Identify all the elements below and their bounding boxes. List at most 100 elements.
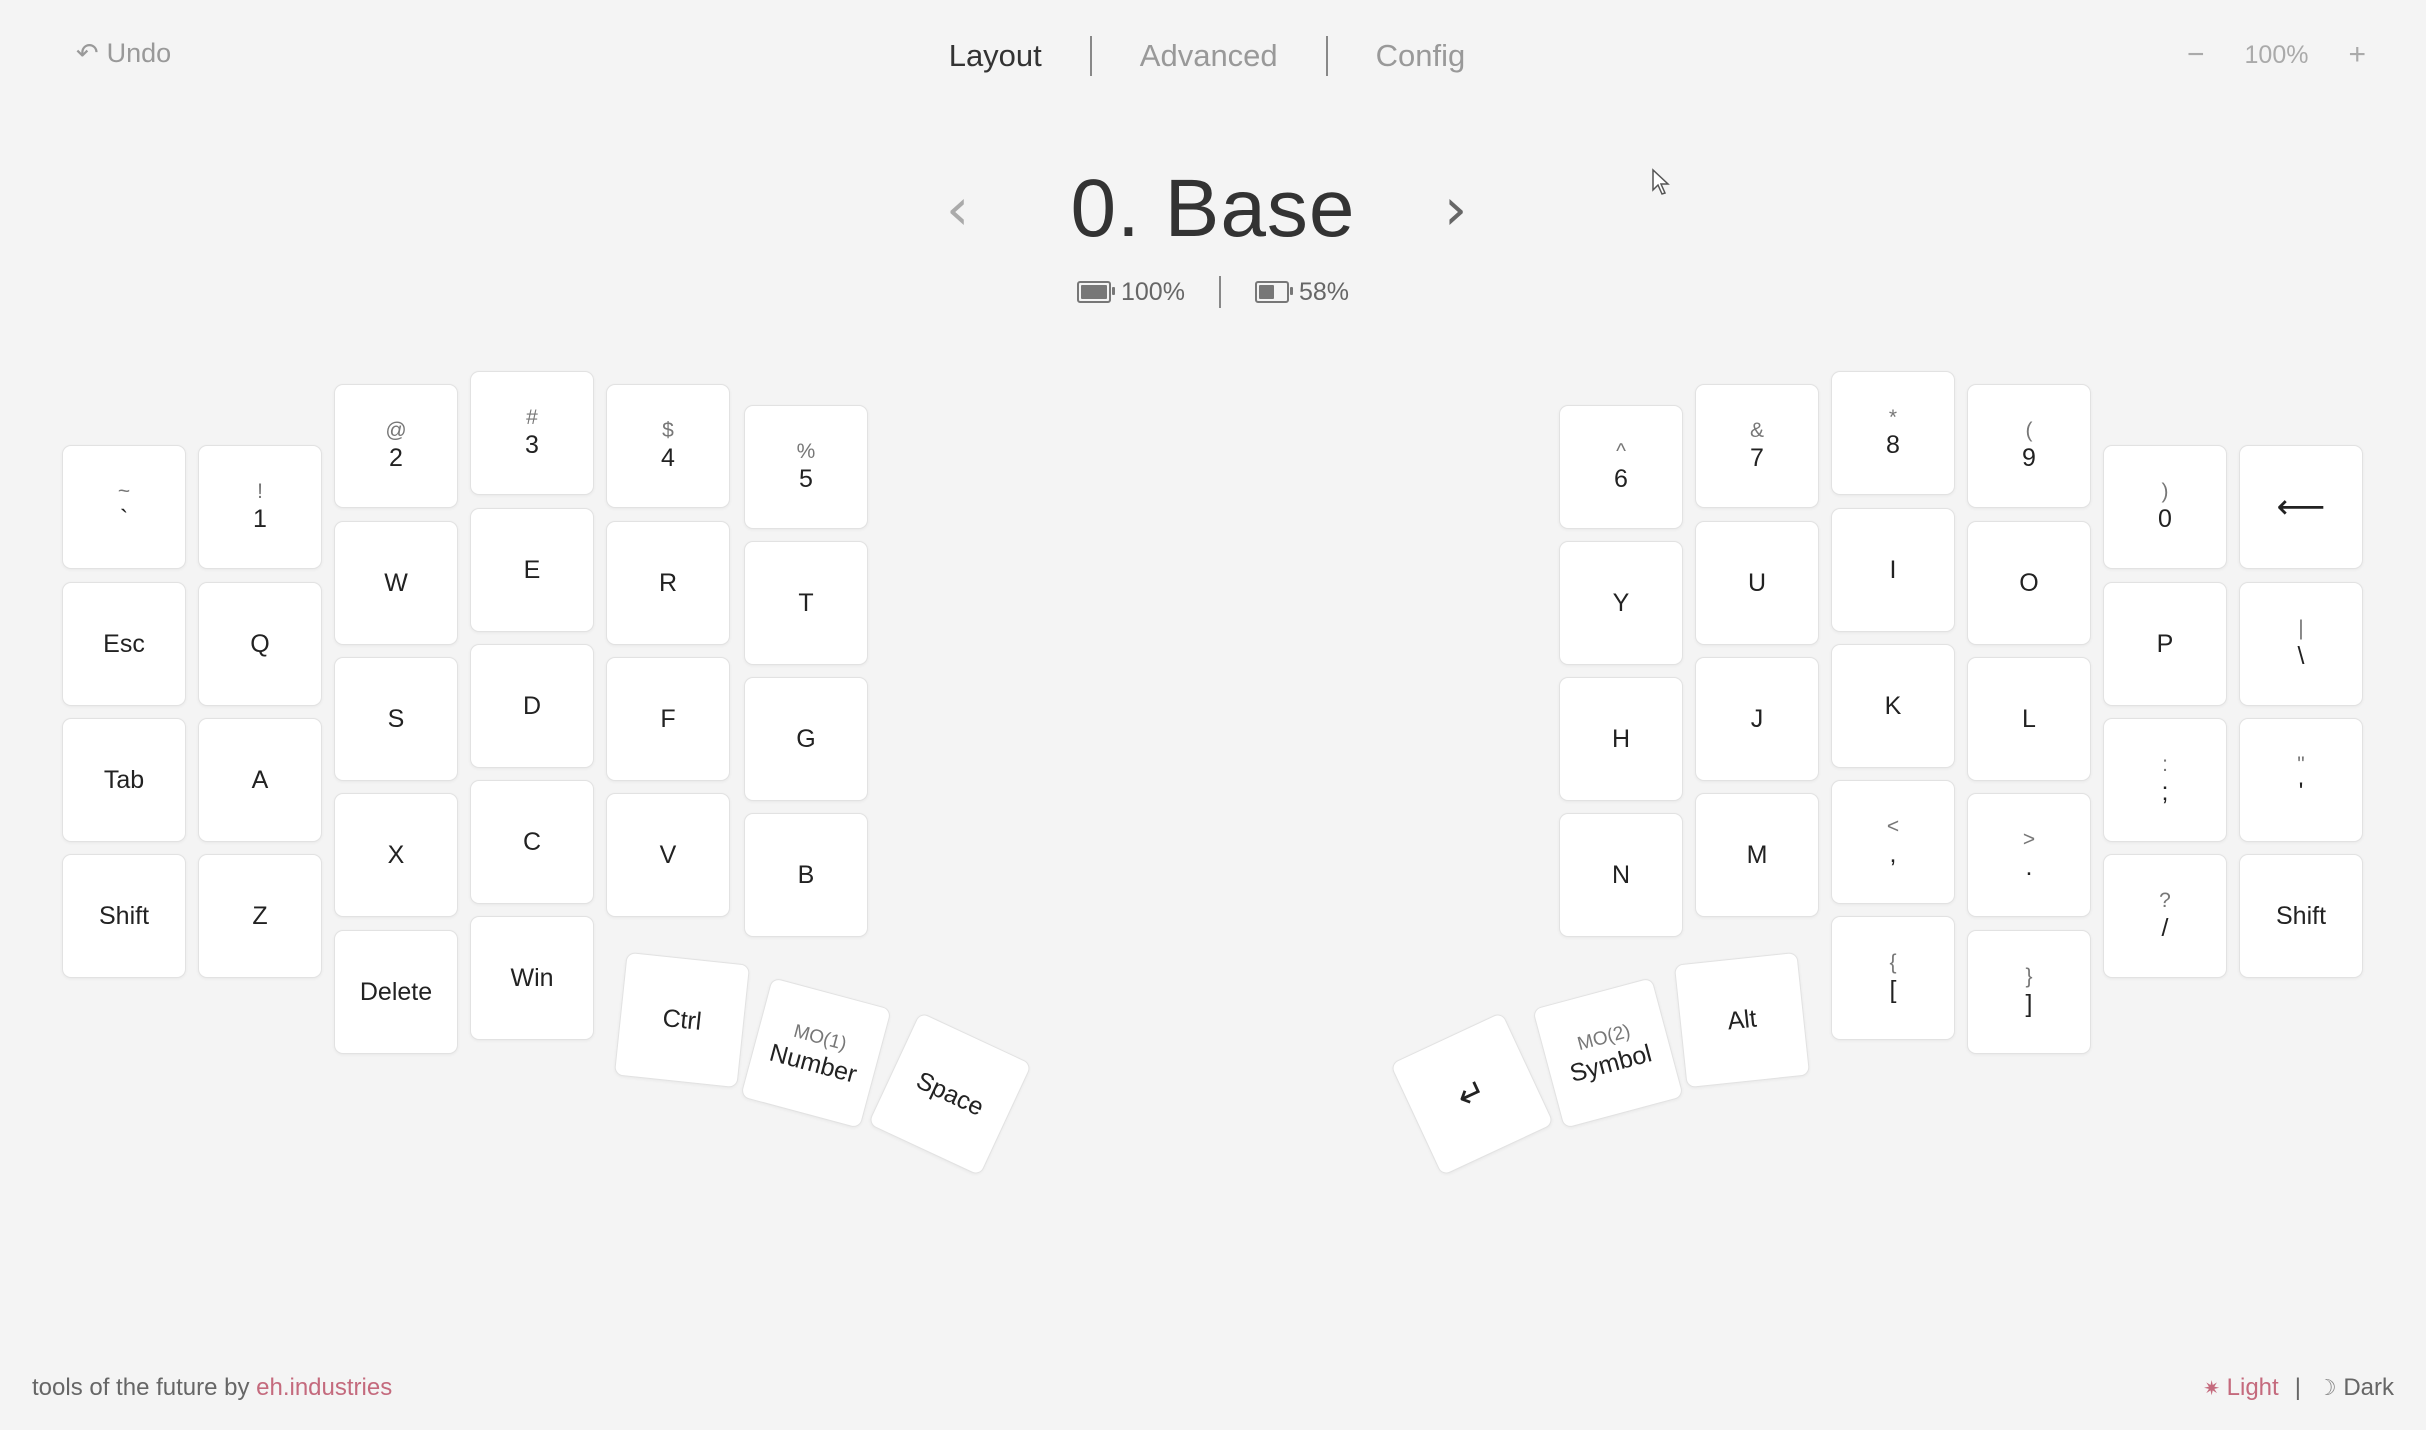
battery-level: 58% (1298, 277, 1349, 306)
key-label: Esc (103, 630, 145, 658)
key-x[interactable]: X (334, 793, 458, 917)
key-label: Delete (359, 978, 433, 1006)
key-label: P (2156, 630, 2174, 658)
key-enter[interactable]: ↵ (1389, 1011, 1555, 1177)
tab-layout[interactable]: Layout (901, 34, 1090, 78)
next-layer-button[interactable]: › (1444, 175, 1467, 243)
key-bksp[interactable]: ⟵ (2239, 445, 2363, 569)
key-y[interactable]: Y (1559, 541, 1683, 665)
key-r[interactable]: R (606, 521, 730, 645)
tab-advanced[interactable]: Advanced (1092, 34, 1326, 78)
key-label: U (1747, 569, 1767, 597)
zoom-in-button[interactable]: + (2348, 38, 2366, 72)
key-label: R (658, 569, 678, 597)
key-m[interactable]: M (1695, 793, 1819, 917)
key-label: 6 (1614, 465, 1628, 493)
key-label: 7 (1750, 444, 1764, 472)
key-label: E (523, 556, 541, 584)
key-label: J (1750, 705, 1764, 733)
key-p[interactable]: P (2103, 582, 2227, 706)
key-shift-label: ? (2159, 889, 2171, 912)
key-l[interactable]: L (1967, 657, 2091, 781)
key-ctrl[interactable]: Ctrl (613, 951, 751, 1089)
key-8[interactable]: * 8 (1831, 371, 1955, 495)
key-w[interactable]: W (334, 521, 458, 645)
eh-industries-link[interactable]: eh.industries (256, 1374, 392, 1401)
key-g[interactable]: G (744, 677, 868, 801)
key-n[interactable]: N (1559, 813, 1683, 937)
key-h[interactable]: H (1559, 677, 1683, 801)
zoom-out-button[interactable]: − (2187, 38, 2205, 72)
key-label: C (522, 828, 542, 856)
key-lshift[interactable]: Shift (62, 854, 186, 978)
key-shift-label: ~ (117, 480, 131, 503)
key-u[interactable]: U (1695, 521, 1819, 645)
key-label: 3 (525, 431, 539, 459)
dark-theme-button[interactable]: ☽ Dark (2317, 1374, 2394, 1402)
key-label: W (384, 569, 408, 597)
key-bslash[interactable]: | \ (2239, 582, 2363, 706)
key-label: 5 (799, 465, 813, 493)
key-4[interactable]: $4 (606, 384, 730, 508)
key-label: Q (250, 630, 270, 658)
key-tab[interactable]: Tab (62, 718, 186, 842)
key-b[interactable]: B (744, 813, 868, 937)
key-space[interactable]: Space (867, 1011, 1033, 1177)
key-shift-label: | (2298, 617, 2304, 640)
key-label: 2 (389, 444, 403, 472)
key-d[interactable]: D (470, 644, 594, 768)
key-semi[interactable]: :; (2103, 718, 2227, 842)
key-number[interactable]: MO(1) Number (740, 977, 892, 1129)
key-win[interactable]: Win (470, 916, 594, 1040)
battery-level: 100% (1121, 277, 1185, 306)
key-7[interactable]: & 7 (1695, 384, 1819, 508)
key-0[interactable]: ) 0 (2103, 445, 2227, 569)
key-i[interactable]: I (1831, 508, 1955, 632)
tab-config[interactable]: Config (1328, 34, 1514, 78)
undo-label: Undo (106, 38, 172, 68)
key-label: G (796, 725, 816, 753)
key-k[interactable]: K (1831, 644, 1955, 768)
key-symbol[interactable]: MO(2) Symbol (1532, 977, 1684, 1129)
key-alt[interactable]: Alt (1673, 951, 1811, 1089)
key-delete[interactable]: Delete (334, 930, 458, 1054)
key-label: K (1884, 692, 1902, 720)
key-lbrkt[interactable]: {[ (1831, 916, 1955, 1040)
footer-text: tools of the future by (32, 1374, 257, 1401)
key-q[interactable]: Q (198, 582, 322, 706)
key-1[interactable]: ! 1 (198, 445, 322, 569)
key-6[interactable]: ^ 6 (1559, 405, 1683, 529)
key-2[interactable]: @2 (334, 384, 458, 508)
key-e[interactable]: E (470, 508, 594, 632)
key-period[interactable]: >. (1967, 793, 2091, 917)
key-9[interactable]: (9 (1967, 384, 2091, 508)
key-quote[interactable]: " ' (2239, 718, 2363, 842)
key-comma[interactable]: <, (1831, 780, 1955, 904)
key-z[interactable]: Z (198, 854, 322, 978)
key-o[interactable]: O (1967, 521, 2091, 645)
moon-icon: ☽ (2316, 1375, 2337, 1400)
key-label: Z (252, 902, 268, 930)
key-5[interactable]: % 5 (744, 405, 868, 529)
battery-icon (1254, 281, 1293, 303)
key-label: I (1889, 556, 1897, 584)
key-slash[interactable]: ? / (2103, 854, 2227, 978)
key-j[interactable]: J (1695, 657, 1819, 781)
key-shift-label: ! (257, 480, 263, 503)
key-a[interactable]: A (198, 718, 322, 842)
undo-button[interactable]: ↶ Undo (76, 38, 171, 69)
key-rshift[interactable]: Shift (2239, 854, 2363, 978)
key-label: S (387, 705, 405, 733)
key-grave[interactable]: ~ ` (62, 445, 186, 569)
key-label: M (1746, 841, 1768, 869)
key-shift-label: $ (662, 419, 674, 442)
key-f[interactable]: F (606, 657, 730, 781)
key-c[interactable]: C (470, 780, 594, 904)
key-s[interactable]: S (334, 657, 458, 781)
key-rbrkt[interactable]: }] (1967, 930, 2091, 1054)
key-v[interactable]: V (606, 793, 730, 917)
light-theme-button[interactable]: ✷ Light (2203, 1374, 2278, 1402)
key-t[interactable]: T (744, 541, 868, 665)
key-esc[interactable]: Esc (62, 582, 186, 706)
key-3[interactable]: #3 (470, 371, 594, 495)
